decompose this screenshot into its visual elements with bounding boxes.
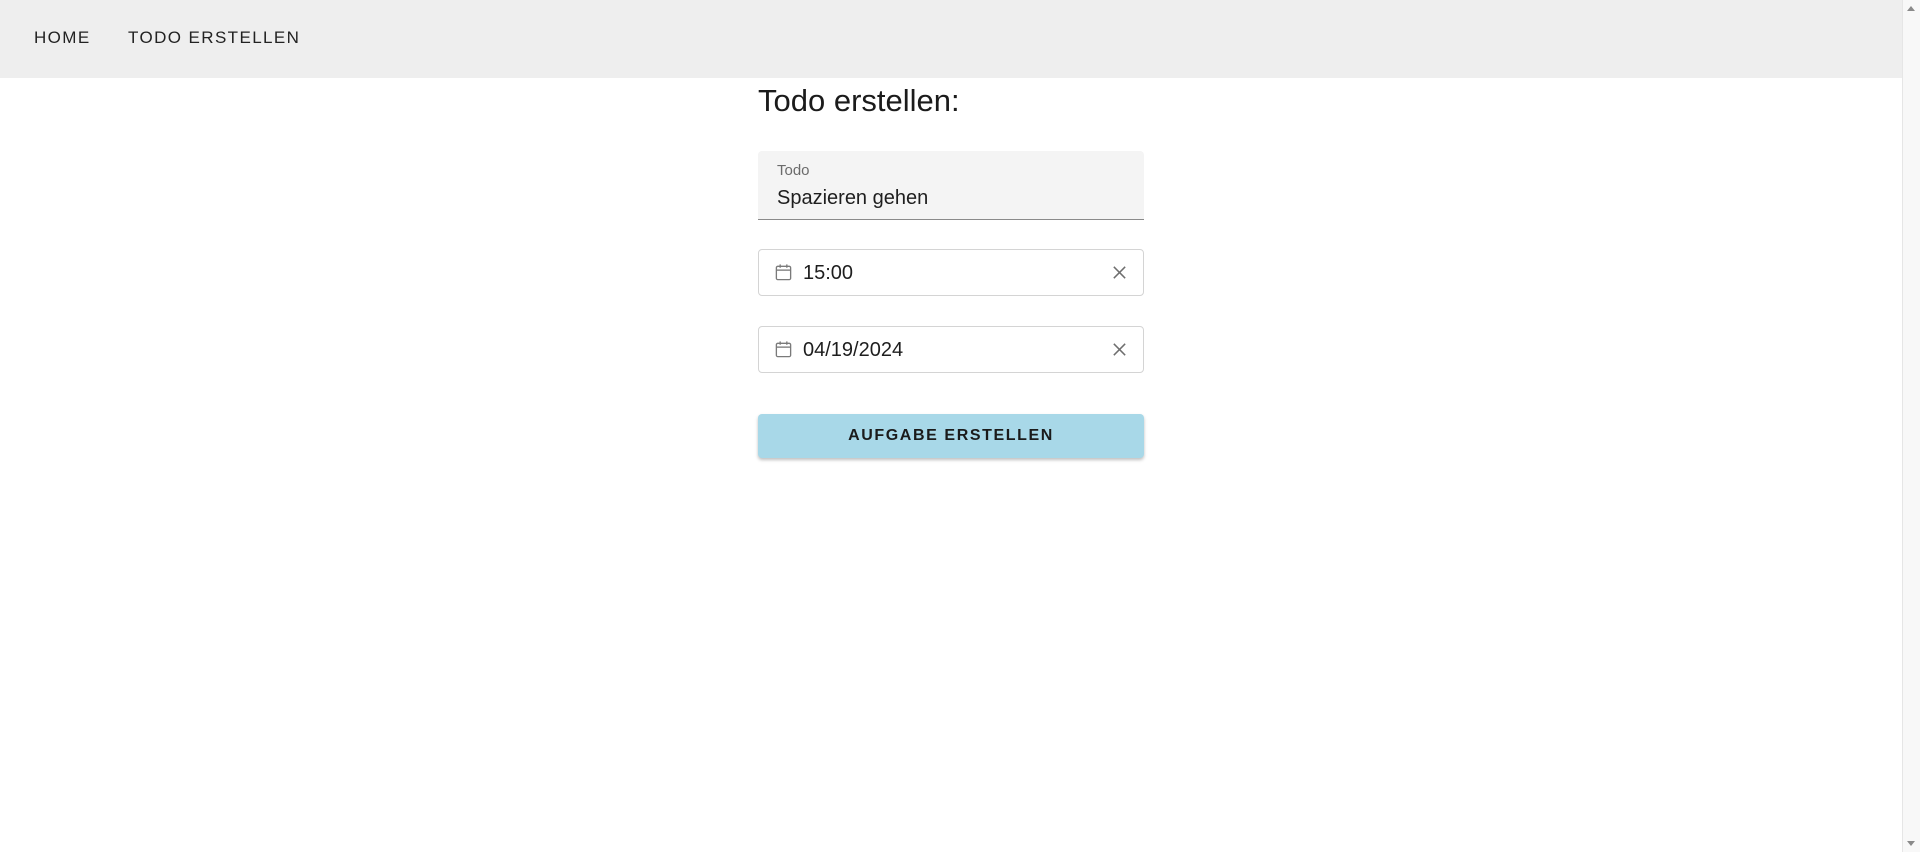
nav-home-link[interactable]: HOME [34,26,91,50]
create-task-button[interactable]: AUFGABE ERSTELLEN [758,414,1144,458]
time-picker-field[interactable]: 15:00 [758,249,1144,296]
calendar-icon[interactable] [774,340,793,359]
nav-create-todo-link[interactable]: TODO ERSTELLEN [128,26,300,50]
date-picker-field[interactable]: 04/19/2024 [758,326,1144,373]
scroll-up-arrow-icon[interactable] [1907,6,1915,11]
scroll-down-arrow-icon[interactable] [1907,841,1915,846]
todo-field-value[interactable]: Spazieren gehen [777,185,928,211]
todo-text-field[interactable]: Todo Spazieren gehen [758,151,1144,220]
calendar-icon[interactable] [774,263,793,282]
todo-field-label: Todo [777,162,810,179]
app-viewport: HOME TODO ERSTELLEN Todo erstellen: Todo… [0,0,1902,852]
close-icon[interactable] [1111,264,1128,281]
page-title: Todo erstellen: [758,83,960,118]
vertical-scrollbar[interactable] [1902,0,1920,852]
time-picker-value[interactable]: 15:00 [803,260,853,286]
close-icon[interactable] [1111,341,1128,358]
date-picker-value[interactable]: 04/19/2024 [803,337,903,363]
top-navbar: HOME TODO ERSTELLEN [0,0,1902,78]
